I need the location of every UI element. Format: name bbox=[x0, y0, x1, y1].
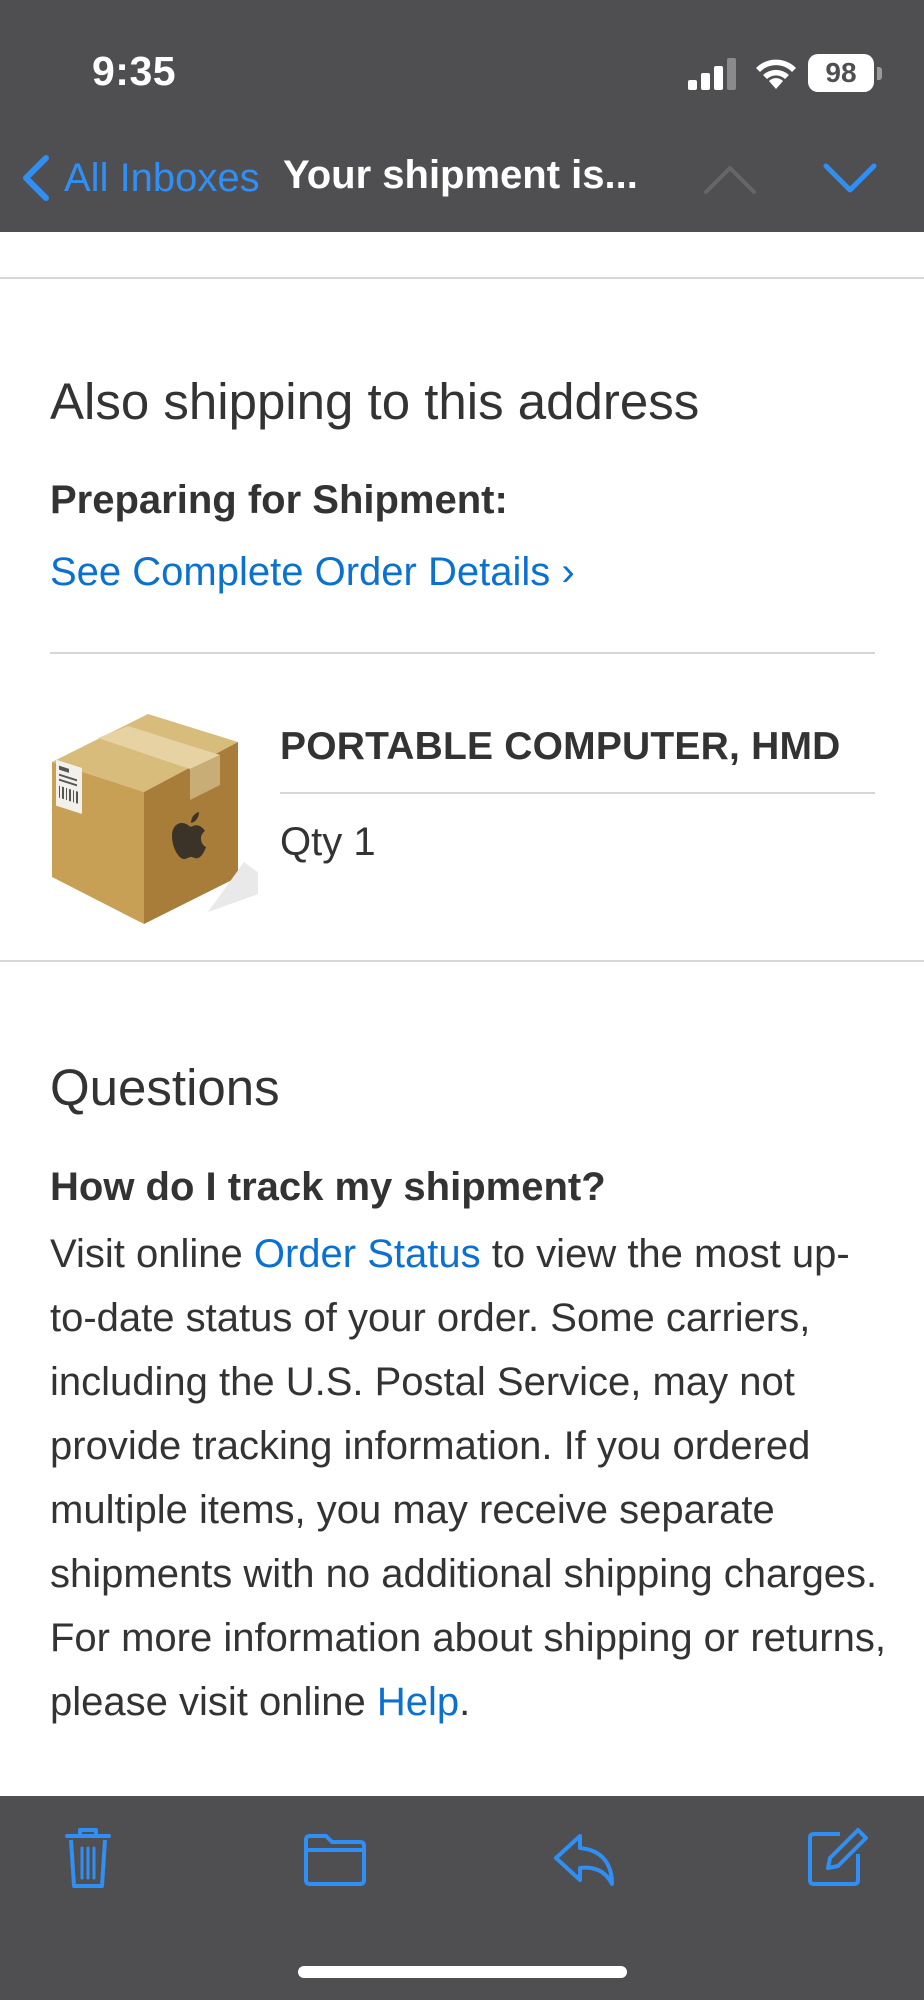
faq-text: to view the most up-to-date status of yo… bbox=[50, 1232, 886, 1724]
divider bbox=[0, 277, 924, 279]
back-button[interactable]: All Inboxes bbox=[18, 150, 260, 206]
folder-icon bbox=[304, 1834, 366, 1886]
product-name: PORTABLE COMPUTER, HMD bbox=[280, 725, 841, 768]
delete-button[interactable] bbox=[53, 1826, 123, 1890]
home-indicator bbox=[298, 1966, 627, 1978]
divider bbox=[50, 652, 875, 654]
product-quantity: Qty 1 bbox=[280, 820, 376, 864]
wifi-icon bbox=[756, 59, 796, 89]
compose-icon bbox=[808, 1828, 868, 1886]
chevron-down-icon[interactable] bbox=[820, 158, 880, 198]
message-subject: Your shipment is... bbox=[283, 153, 638, 197]
reply-icon bbox=[554, 1834, 614, 1886]
compose-button[interactable] bbox=[802, 1826, 872, 1890]
shipment-status-label: Preparing for Shipment: bbox=[50, 478, 508, 522]
status-time: 9:35 bbox=[92, 48, 177, 94]
shipping-box-image bbox=[52, 714, 258, 924]
cellular-signal-icon bbox=[688, 58, 736, 90]
faq-text: . bbox=[459, 1680, 471, 1724]
move-to-folder-button[interactable] bbox=[300, 1826, 370, 1890]
reply-button[interactable] bbox=[550, 1826, 620, 1890]
trash-icon bbox=[65, 1828, 111, 1888]
back-label: All Inboxes bbox=[64, 155, 260, 200]
navigation-header: 9:35 98 All Inboxes Your shipment is... bbox=[0, 0, 924, 232]
section-heading-questions: Questions bbox=[50, 1059, 280, 1116]
faq-answer: Visit online Order Status to view the mo… bbox=[50, 1222, 890, 1734]
faq-question: How do I track my shipment? bbox=[50, 1165, 606, 1209]
divider bbox=[0, 960, 924, 962]
help-link[interactable]: Help bbox=[377, 1680, 459, 1724]
order-details-link[interactable]: See Complete Order Details › bbox=[50, 550, 575, 595]
faq-text: Visit online bbox=[50, 1232, 254, 1276]
battery-level: 98 bbox=[825, 57, 857, 88]
section-heading-shipping: Also shipping to this address bbox=[50, 373, 700, 430]
chevron-left-icon bbox=[23, 155, 49, 201]
battery-icon: 98 bbox=[808, 54, 882, 92]
chevron-up-icon bbox=[704, 166, 756, 194]
divider bbox=[280, 792, 875, 794]
order-status-link[interactable]: Order Status bbox=[254, 1232, 481, 1276]
